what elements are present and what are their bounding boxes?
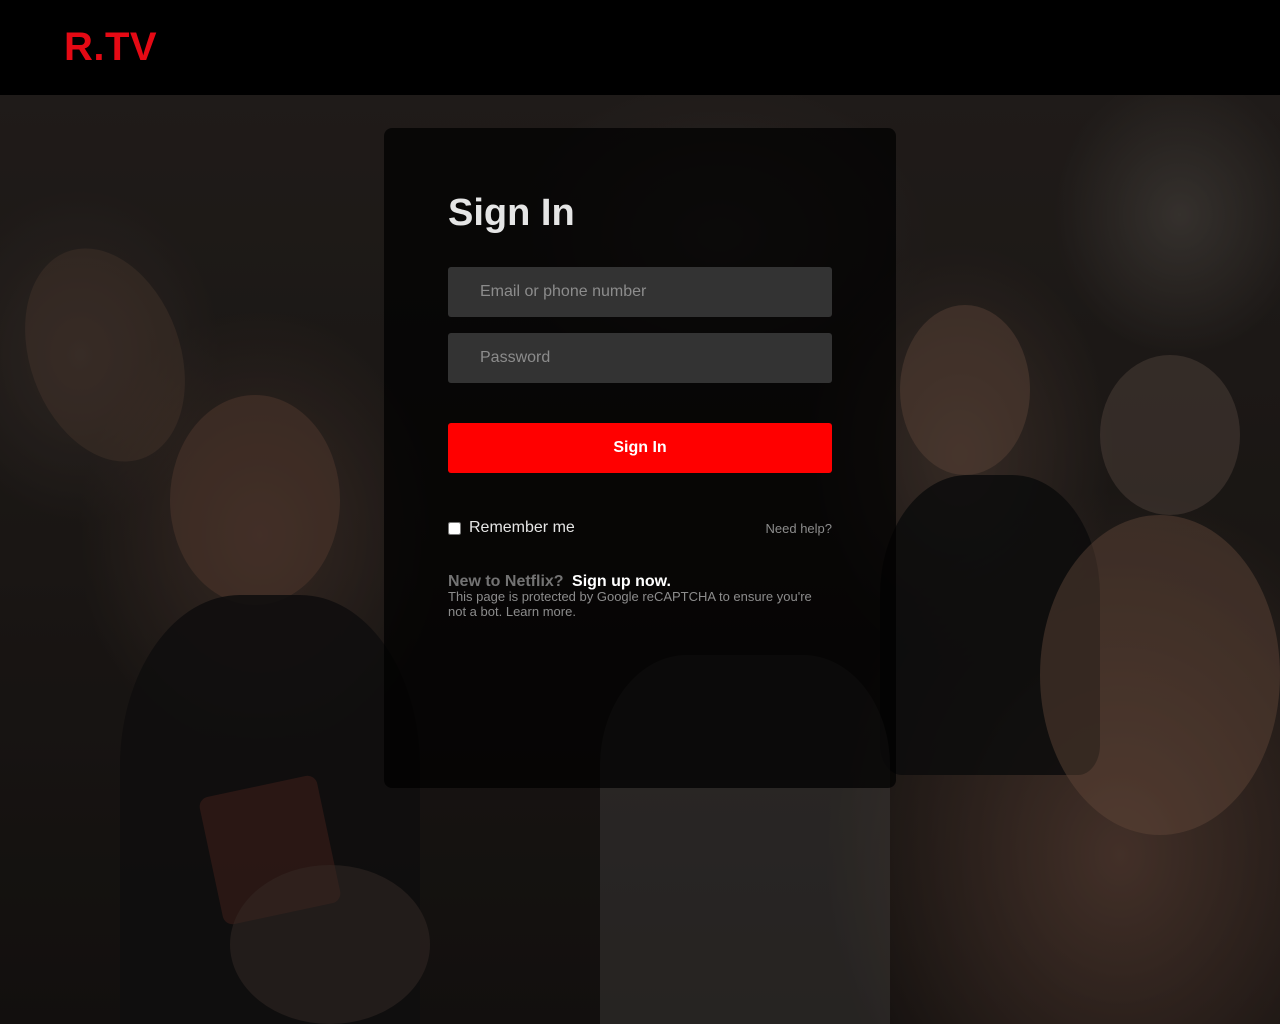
signin-title: Sign In bbox=[448, 192, 575, 234]
learn-more-link[interactable]: Learn more. bbox=[506, 604, 576, 619]
new-to-label: New to Netflix? bbox=[448, 573, 564, 590]
need-help-link[interactable]: Need help? bbox=[766, 521, 833, 536]
recaptcha-text: This page is protected by Google reCAPTC… bbox=[448, 589, 812, 619]
remember-me-label: Remember me bbox=[469, 519, 575, 536]
remember-me[interactable]: Remember me bbox=[448, 518, 575, 538]
recaptcha-notice: This page is protected by Google reCAPTC… bbox=[448, 589, 832, 619]
signin-form: Sign In Sign In Remember me Need help? N… bbox=[384, 128, 896, 788]
remember-me-checkbox[interactable] bbox=[448, 521, 461, 535]
signup-link[interactable]: Sign up now. bbox=[572, 573, 671, 590]
login-page: R.TV Sign In Sign In Remember me Need he… bbox=[0, 0, 1280, 1024]
email-field[interactable] bbox=[448, 267, 832, 317]
brand-logo[interactable]: R.TV bbox=[64, 25, 157, 69]
signin-button[interactable]: Sign In bbox=[448, 423, 832, 473]
password-field[interactable] bbox=[448, 333, 832, 383]
top-bar: R.TV bbox=[0, 0, 1280, 95]
